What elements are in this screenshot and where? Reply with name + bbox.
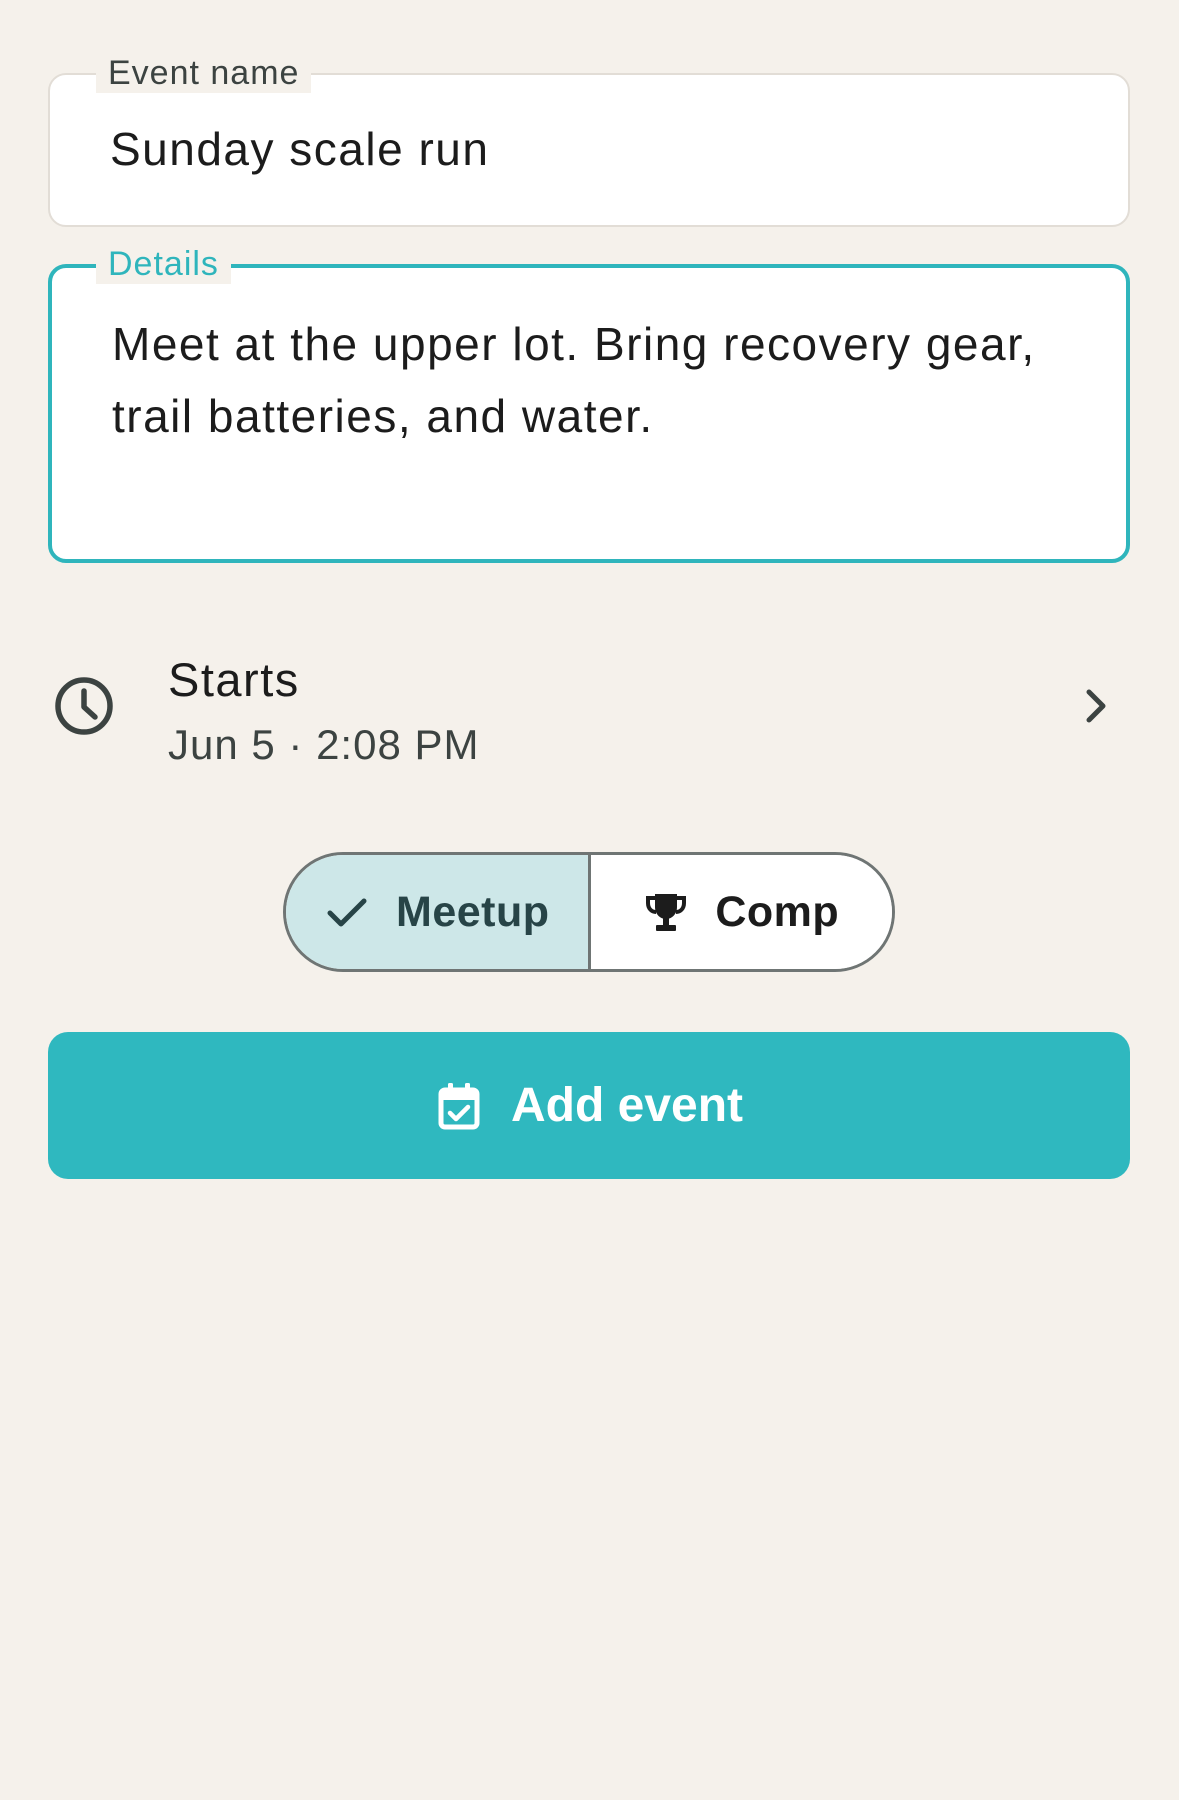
event-type-selector: Meetup Comp (283, 852, 895, 972)
starts-label: Starts (168, 653, 300, 706)
segment-comp[interactable]: Comp (590, 855, 892, 969)
details-label: Details (96, 244, 231, 284)
trophy-icon (646, 894, 687, 931)
event-name-field[interactable]: Event name Sunday scale run (48, 53, 1130, 227)
details-value[interactable]: Meet at the upper lot. Bring recovery ge… (112, 308, 1076, 452)
event-name-label: Event name (96, 53, 312, 93)
check-icon (327, 898, 367, 927)
segment-meetup-label: Meetup (396, 887, 550, 936)
calendar-check-icon (438, 1082, 480, 1129)
starts-row[interactable]: Starts Jun 5 · 2:08 PM (48, 620, 1130, 800)
event-name-value[interactable]: Sunday scale run (110, 119, 1078, 179)
clock-icon (55, 677, 113, 735)
add-event-label: Add event (510, 1079, 744, 1132)
segment-meetup[interactable]: Meetup (286, 855, 591, 969)
chevron-right-icon (1086, 689, 1106, 723)
starts-value: Jun 5 · 2:08 PM (168, 721, 480, 768)
add-event-button[interactable]: Add event (48, 1032, 1130, 1179)
segment-comp-label: Comp (715, 887, 840, 936)
details-field[interactable]: Details Meet at the upper lot. Bring rec… (48, 244, 1130, 563)
